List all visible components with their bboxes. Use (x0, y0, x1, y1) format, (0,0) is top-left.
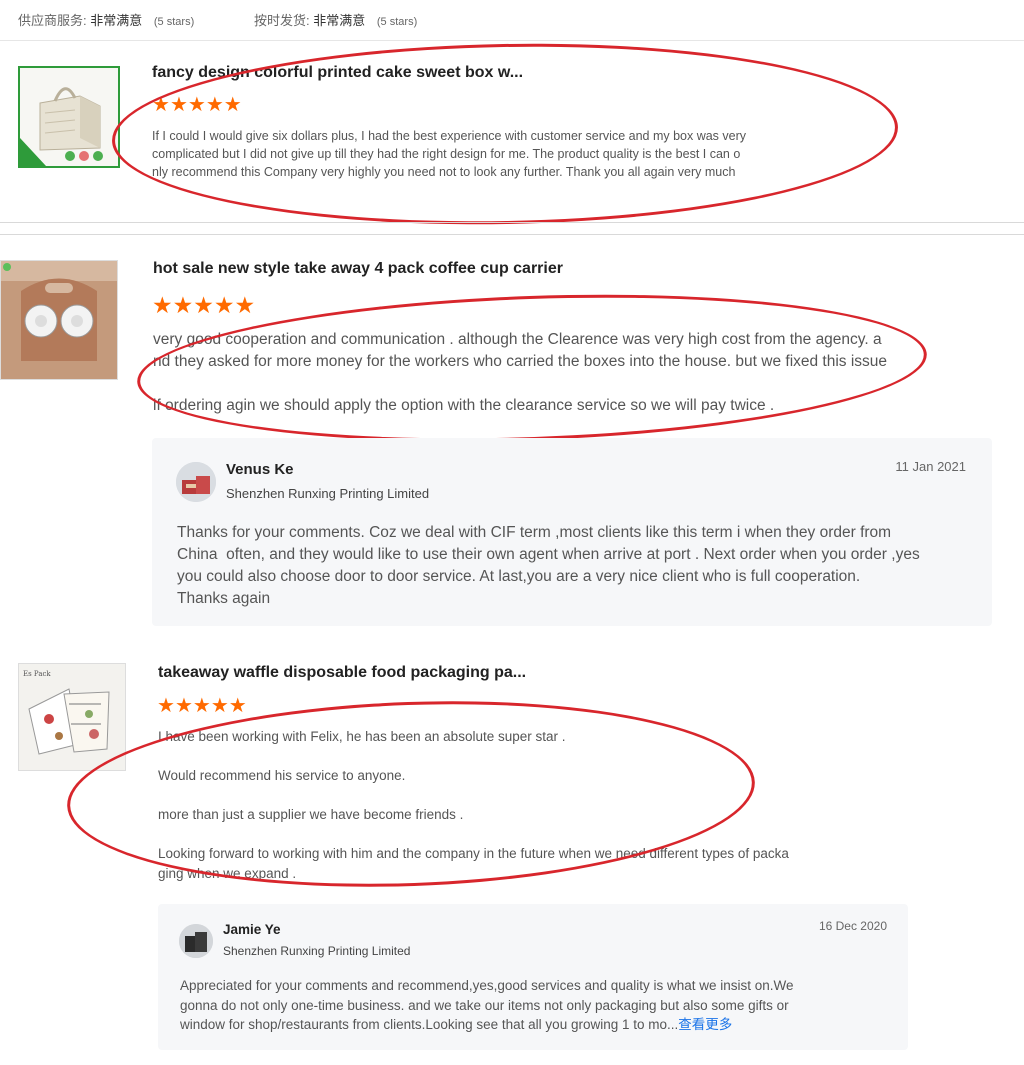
star-icon: ★ (210, 695, 229, 717)
star-icon: ★ (228, 695, 247, 717)
review-star-rating: ★ ★ ★ ★ ★ (157, 696, 247, 716)
star-icon: ★ (169, 94, 188, 116)
star-icon: ★ (192, 695, 211, 717)
supplier-service-rating: 供应商服务: 非常满意 (5 stars) (18, 13, 195, 28)
reply-company-name: Shenzhen Runxing Printing Limited (223, 944, 411, 958)
supplier-service-stars-text: (5 stars) (153, 16, 195, 28)
review-product-title[interactable]: takeaway waffle disposable food packagin… (158, 664, 526, 682)
avatar (176, 462, 216, 502)
svg-text:Es Pack: Es Pack (23, 670, 51, 678)
cup-carrier-image (1, 261, 117, 379)
review-star-rating: ★ ★ ★ ★ ★ (152, 294, 255, 317)
supplier-service-value: 非常满意 (90, 13, 143, 28)
product-thumbnail-waffle-packaging[interactable]: Es Pack (18, 663, 126, 771)
star-icon: ★ (213, 292, 235, 318)
on-time-shipping-rating: 按时发货: 非常满意 (5 stars) (254, 13, 418, 28)
on-time-shipping-value: 非常满意 (313, 13, 366, 28)
review-product-title[interactable]: hot sale new style take away 4 pack coff… (153, 260, 563, 278)
reply-date: 11 Jan 2021 (895, 459, 966, 474)
supplier-reply-card: Venus Ke Shenzhen Runxing Printing Limit… (152, 438, 992, 626)
on-time-shipping-stars-text: (5 stars) (376, 16, 418, 28)
star-icon: ★ (152, 292, 173, 318)
product-thumbnail-cake-box[interactable] (18, 66, 120, 168)
supplier-reply-card: Jamie Ye Shenzhen Runxing Printing Limit… (158, 904, 908, 1050)
star-icon: ★ (223, 94, 242, 116)
review-star-rating: ★ ★ ★ ★ ★ (152, 95, 242, 115)
review-text: If I could I would give six dollars plus… (152, 129, 747, 179)
reply-text: Thanks for your comments. Coz we deal wi… (177, 524, 920, 607)
review-text: very good cooperation and communication … (153, 331, 888, 414)
star-icon: ★ (152, 94, 170, 116)
avatar (179, 924, 213, 958)
see-more-link[interactable]: 查看更多 (678, 1017, 732, 1032)
review-product-title[interactable]: fancy design colorful printed cake sweet… (152, 64, 523, 82)
star-icon: ★ (193, 292, 214, 318)
star-icon: ★ (205, 94, 224, 116)
cake-box-image (20, 68, 118, 166)
review-text: I have been working with Felix, he has b… (158, 729, 789, 881)
section-divider (0, 222, 1024, 223)
star-icon: ★ (172, 292, 194, 318)
reply-author-name: Venus Ke (226, 461, 294, 478)
star-icon: ★ (174, 695, 193, 717)
reply-date: 16 Dec 2020 (818, 919, 887, 933)
waffle-packaging-image: Es Pack (19, 664, 125, 770)
star-icon: ★ (187, 94, 206, 116)
avatar-image (176, 462, 216, 502)
product-thumbnail-cup-carrier[interactable] (0, 260, 118, 380)
star-icon: ★ (157, 695, 175, 717)
reply-company-name: Shenzhen Runxing Printing Limited (226, 486, 430, 501)
supplier-rating-bar: 供应商服务: 非常满意 (5 stars) 按时发货: 非常满意 (5 star… (0, 0, 1024, 41)
section-divider (0, 234, 1024, 235)
avatar-image (179, 924, 213, 958)
reply-author-name: Jamie Ye (223, 922, 281, 937)
star-icon: ★ (234, 292, 256, 318)
reply-text: Appreciated for your comments and recomm… (180, 978, 794, 1032)
